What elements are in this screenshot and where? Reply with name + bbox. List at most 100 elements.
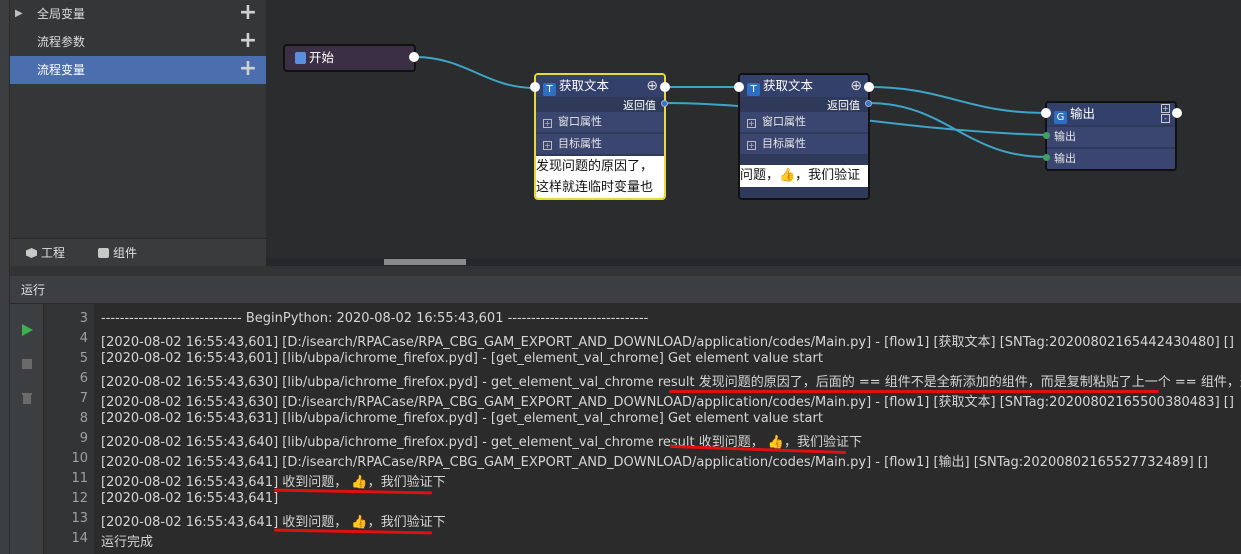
left-panel-tabs: 工程 组件 (10, 238, 266, 266)
input-port[interactable] (530, 82, 540, 92)
canvas-horizontal-scrollbar[interactable] (266, 258, 1241, 266)
row-label: 目标属性 (558, 137, 602, 150)
tree-item-global-vars[interactable]: ▶ 全局变量 + (10, 0, 266, 28)
flow-canvas[interactable]: 开始 T 获取文本 ⊕ 返回值 + 窗口属性 + 目标属性 发现问题的原因了， 这样就… (266, 0, 1241, 266)
output-input-row[interactable]: 输出 (1047, 149, 1175, 169)
start-node[interactable]: 开始 (283, 44, 416, 72)
output-port[interactable] (660, 82, 670, 92)
add-icon[interactable]: + (238, 56, 258, 84)
start-icon (295, 52, 306, 64)
line-number: 3 (79, 311, 88, 326)
value-input-port[interactable] (1043, 132, 1050, 139)
line-number: 8 (79, 411, 88, 426)
run-panel-header: 运行 (10, 276, 1241, 304)
stop-icon[interactable] (20, 356, 34, 370)
tree-item-label: 全局变量 (37, 7, 86, 21)
log-line: [2020-08-02 16:55:43,641] (101, 491, 279, 506)
target-props-row[interactable]: + 目标属性 (536, 134, 664, 154)
window-props-row[interactable]: + 窗口属性 (536, 112, 664, 132)
value-input-port[interactable] (1043, 154, 1050, 161)
add-icon[interactable]: + (238, 28, 258, 56)
output-icon: G (1054, 111, 1067, 124)
add-icon[interactable]: + (238, 0, 258, 28)
expand-icon[interactable]: + (543, 119, 552, 128)
return-value-label: 返回值 (623, 99, 656, 112)
log-line: ------------------------------ BeginPyth… (101, 311, 649, 326)
variable-tree-panel: ▶ 全局变量 + 流程参数 + 流程变量 + (10, 0, 266, 238)
left-edge-strip (0, 0, 10, 554)
target-props-row[interactable]: + 目标属性 (740, 134, 868, 154)
node-title: 获取文本 (763, 78, 814, 93)
text-icon: T (747, 83, 760, 96)
text-icon: T (543, 83, 556, 96)
text-preview: 问题，👍，我们验证 (740, 165, 868, 187)
expand-icon[interactable]: + (747, 141, 756, 150)
line-number: 9 (79, 431, 88, 446)
line-number: 7 (79, 391, 88, 406)
return-value-port[interactable] (865, 100, 872, 107)
preview-line: 问题，👍，我们验证 (740, 168, 861, 183)
line-number: 11 (71, 471, 88, 486)
line-number: 4 (79, 331, 88, 346)
run-panel-title: 运行 (21, 283, 46, 297)
preview-line: 这样就连临时变量也 (536, 180, 654, 195)
log-line: [2020-08-02 16:55:43,641] 收到问题， 👍，我们验证下 (101, 515, 446, 530)
output-node[interactable]: G 输出 + - 输出 输出 (1045, 101, 1177, 171)
log-line: 运行完成 (101, 535, 154, 550)
input-port[interactable] (1041, 108, 1051, 118)
node-title: 输出 (1070, 106, 1096, 121)
tree-item-flow-params[interactable]: 流程参数 + (10, 28, 266, 56)
log-line: [2020-08-02 16:55:43,631] [lib/ubpa/ichr… (101, 411, 823, 426)
line-number: 14 (71, 531, 88, 546)
row-label: 窗口属性 (558, 115, 602, 128)
return-value-label: 返回值 (827, 99, 860, 112)
log-line: [2020-08-02 16:55:43,601] [lib/ubpa/ichr… (101, 351, 823, 366)
line-number: 13 (71, 511, 88, 526)
return-value-port[interactable] (661, 100, 668, 107)
output-input-row[interactable]: 输出 (1047, 127, 1175, 147)
expand-arrow-icon[interactable]: ▶ (15, 0, 23, 28)
get-text-node-1[interactable]: T 获取文本 ⊕ 返回值 + 窗口属性 + 目标属性 发现问题的原因了， 这样就连临时… (534, 73, 666, 200)
scrollbar-thumb[interactable] (384, 259, 466, 265)
log-line: [2020-08-02 16:55:43,641] [D:/isearch/RP… (101, 455, 1208, 470)
log-line: [2020-08-02 16:55:43,641] 收到问题， 👍，我们验证下 (101, 475, 446, 490)
move-icon[interactable]: ⊕ (850, 75, 862, 97)
tree-item-flow-vars[interactable]: 流程变量 + (10, 56, 266, 84)
add-input-icon[interactable]: + (1161, 104, 1170, 113)
line-number: 10 (71, 451, 88, 466)
row-label: 输出 (1054, 130, 1076, 143)
log-line: [2020-08-02 16:55:43,630] [lib/ubpa/ichr… (101, 375, 1241, 390)
line-number: 12 (71, 491, 88, 506)
row-label: 输出 (1054, 152, 1076, 165)
row-label: 目标属性 (762, 137, 806, 150)
window-props-row[interactable]: + 窗口属性 (740, 112, 868, 132)
line-number: 5 (79, 351, 88, 366)
line-number: 6 (79, 371, 88, 386)
tree-item-label: 流程变量 (37, 63, 86, 77)
text-preview: 发现问题的原因了， 这样就连临时变量也 (536, 156, 664, 198)
output-port[interactable] (864, 82, 874, 92)
output-port[interactable] (1172, 108, 1182, 118)
tab-label: 工程 (41, 246, 66, 260)
tab-components[interactable]: 组件 (98, 239, 137, 267)
cube-icon (26, 248, 37, 258)
expand-icon[interactable]: + (747, 119, 756, 128)
log-line: [2020-08-02 16:55:43,601] [D:/isearch/RP… (101, 335, 1234, 350)
puzzle-icon (98, 248, 109, 258)
run-toolbar (10, 304, 44, 554)
tab-label: 组件 (113, 246, 138, 260)
run-icon[interactable] (20, 322, 34, 336)
log-line: [2020-08-02 16:55:43,630] [D:/isearch/RP… (101, 395, 1234, 410)
preview-line: 发现问题的原因了， (536, 159, 654, 174)
trash-icon[interactable] (20, 390, 34, 404)
run-log-console[interactable]: ------------------------------ BeginPyth… (94, 304, 1241, 554)
input-port[interactable] (734, 82, 744, 92)
move-icon[interactable]: ⊕ (646, 75, 658, 97)
node-title: 开始 (309, 50, 335, 65)
expand-icon[interactable]: + (543, 141, 552, 150)
get-text-node-2[interactable]: T 获取文本 ⊕ 返回值 + 窗口属性 + 目标属性 问题，👍，我们验证 (738, 73, 870, 200)
remove-input-icon[interactable]: - (1161, 114, 1170, 123)
start-output-port[interactable] (409, 52, 419, 62)
node-title: 获取文本 (559, 78, 610, 93)
tab-project[interactable]: 工程 (26, 239, 65, 267)
